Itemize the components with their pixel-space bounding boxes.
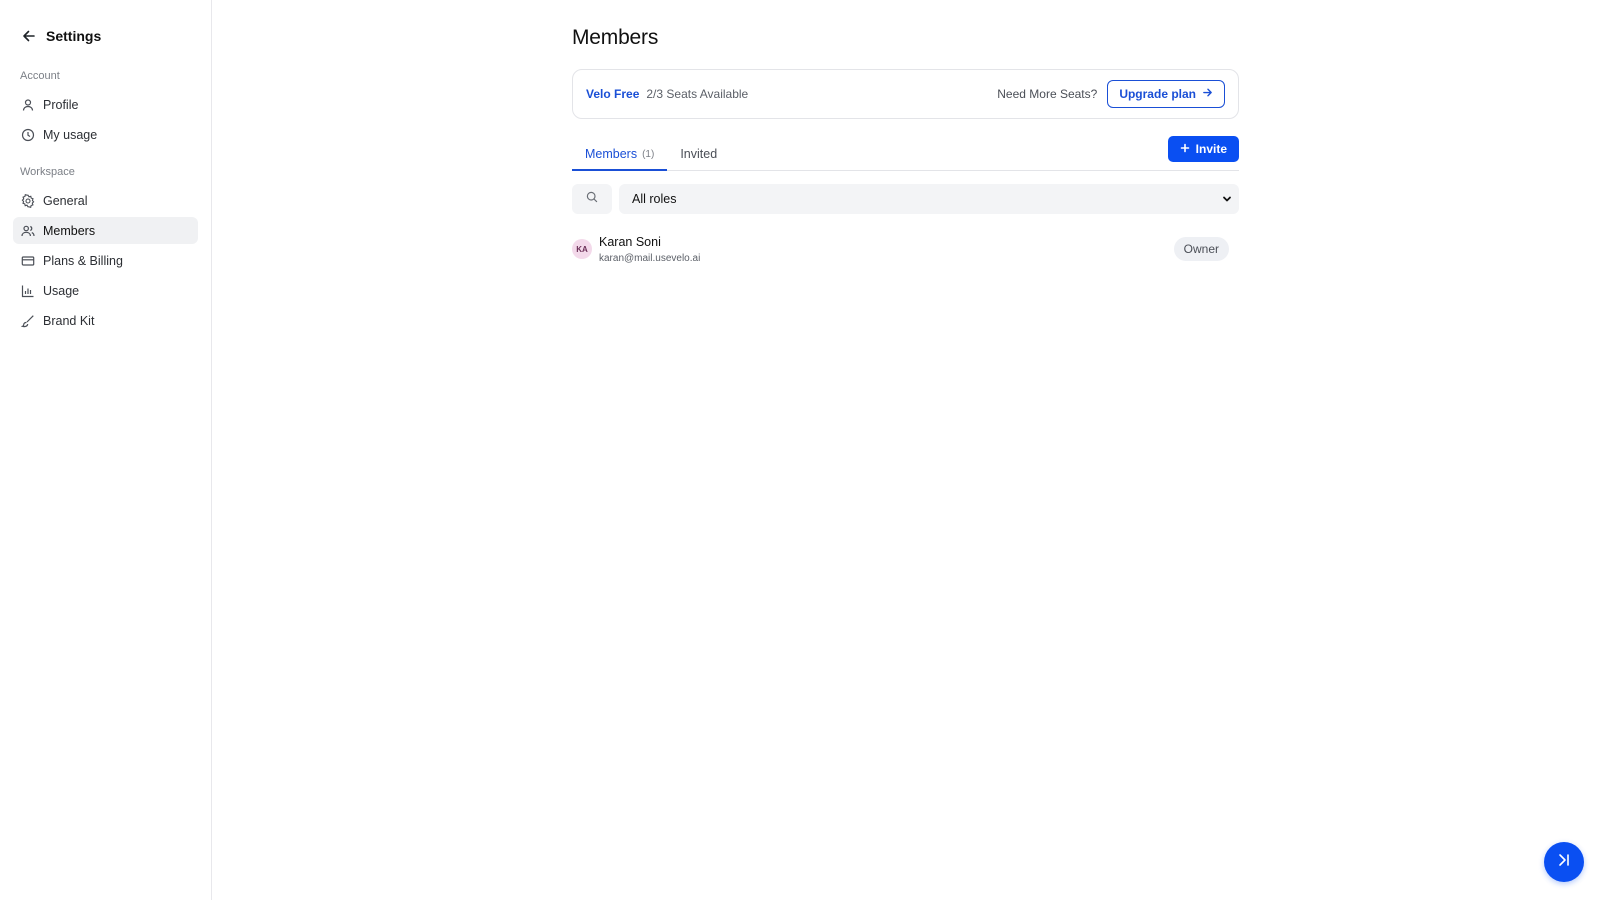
arrow-right-icon [1202, 87, 1213, 101]
settings-sidebar: Settings Account Profile My usage Worksp… [0, 0, 212, 900]
tab-members[interactable]: Members (1) [572, 135, 668, 171]
tab-members-count: (1) [642, 148, 655, 160]
plan-card: Velo Free 2/3 Seats Available Need More … [572, 69, 1239, 119]
plan-seats: 2/3 Seats Available [646, 87, 749, 101]
chevron-down-icon [1221, 193, 1233, 205]
brush-icon [21, 314, 35, 328]
users-icon [21, 224, 35, 238]
credit-card-icon [21, 254, 35, 268]
assistant-icon [1556, 852, 1572, 873]
filter-row: All roles [572, 184, 1239, 214]
tab-members-label: Members [585, 147, 638, 161]
user-icon [21, 98, 35, 112]
sidebar-item-plans-billing[interactable]: Plans & Billing [13, 247, 198, 274]
role-filter-select[interactable]: All roles [619, 184, 1239, 214]
tabs-row: Members (1) Invited Invite [572, 136, 1239, 171]
sidebar-item-profile[interactable]: Profile [13, 91, 198, 118]
member-info: Karan Soni karan@mail.usevelo.ai [599, 235, 700, 264]
upgrade-plan-button[interactable]: Upgrade plan [1107, 80, 1225, 108]
search-icon [586, 190, 598, 208]
member-tabs: Members (1) Invited [572, 135, 730, 171]
search-button[interactable] [572, 184, 612, 214]
sidebar-header: Settings [13, 24, 198, 48]
section-label-workspace: Workspace [20, 166, 75, 178]
sidebar-item-my-usage[interactable]: My usage [13, 121, 198, 148]
sidebar-item-label: Plans & Billing [43, 253, 123, 268]
role-badge: Owner [1173, 237, 1229, 261]
assistant-fab-button[interactable] [1544, 842, 1584, 882]
sidebar-item-label: My usage [43, 127, 98, 142]
upgrade-plan-label: Upgrade plan [1119, 87, 1196, 101]
sidebar-item-label: Profile [43, 97, 79, 112]
clock-icon [21, 128, 35, 142]
bar-chart-icon [21, 284, 35, 298]
plan-info: Velo Free 2/3 Seats Available [586, 87, 748, 101]
section-label-account: Account [20, 70, 60, 82]
need-more-seats-text: Need More Seats? [997, 87, 1098, 101]
sidebar-item-label: Brand Kit [43, 313, 95, 328]
sidebar-title: Settings [46, 28, 102, 44]
tab-invited-label: Invited [680, 147, 718, 161]
main-content: Members Velo Free 2/3 Seats Available Ne… [212, 0, 1600, 900]
plus-icon [1180, 142, 1190, 156]
member-email: karan@mail.usevelo.ai [599, 252, 701, 264]
plan-actions: Need More Seats? Upgrade plan [997, 80, 1225, 108]
role-filter-value: All roles [632, 192, 677, 206]
avatar: KA [572, 239, 592, 259]
sidebar-item-brand-kit[interactable]: Brand Kit [13, 307, 198, 334]
member-name: Karan Soni [599, 234, 661, 249]
invite-label: Invite [1195, 142, 1227, 156]
members-panel: Members Velo Free 2/3 Seats Available Ne… [572, 26, 1239, 266]
sidebar-item-usage[interactable]: Usage [13, 277, 198, 304]
page-title: Members [572, 26, 659, 49]
tab-invited[interactable]: Invited [667, 135, 730, 170]
sidebar-item-label: Usage [43, 283, 80, 298]
plan-name: Velo Free [586, 87, 640, 101]
gear-icon [21, 193, 35, 208]
invite-button[interactable]: Invite [1167, 136, 1239, 162]
sidebar-item-label: Members [43, 223, 96, 238]
sidebar-item-members[interactable]: Members [13, 217, 198, 244]
back-arrow-icon[interactable] [21, 28, 37, 44]
member-row[interactable]: KA Karan Soni karan@mail.usevelo.ai Owne… [572, 232, 1239, 266]
sidebar-item-label: General [43, 193, 88, 208]
sidebar-item-general[interactable]: General [13, 187, 198, 214]
member-identity: KA Karan Soni karan@mail.usevelo.ai [572, 235, 700, 264]
